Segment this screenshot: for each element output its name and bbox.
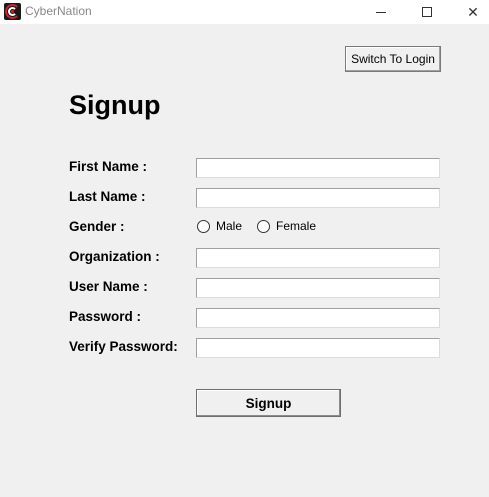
verify-password-label: Verify Password: bbox=[69, 339, 178, 354]
gender-male-radio[interactable]: Male bbox=[197, 219, 242, 233]
signup-button[interactable]: Signup bbox=[196, 389, 341, 417]
radio-circle-icon bbox=[257, 219, 270, 233]
first-name-field[interactable] bbox=[196, 158, 440, 178]
password-label: Password : bbox=[69, 309, 142, 324]
last-name-label: Last Name : bbox=[69, 189, 146, 204]
organization-field[interactable] bbox=[196, 248, 440, 268]
minimize-button[interactable] bbox=[358, 0, 404, 24]
verify-password-field[interactable] bbox=[196, 338, 440, 358]
last-name-field[interactable] bbox=[196, 188, 440, 208]
gender-label: Gender : bbox=[69, 219, 125, 234]
maximize-button[interactable] bbox=[404, 0, 450, 24]
username-label: User Name : bbox=[69, 279, 148, 294]
app-window: CyberNation ✕ Switch To Login Signup Fir… bbox=[0, 0, 489, 497]
close-button[interactable]: ✕ bbox=[450, 0, 489, 24]
switch-to-login-button[interactable]: Switch To Login bbox=[345, 46, 441, 72]
maximize-icon bbox=[422, 7, 432, 17]
app-logo-icon bbox=[4, 3, 21, 20]
gender-female-radio[interactable]: Female bbox=[257, 219, 316, 233]
organization-label: Organization : bbox=[69, 249, 160, 264]
username-field[interactable] bbox=[196, 278, 440, 298]
first-name-label: First Name : bbox=[69, 159, 148, 174]
minimize-icon bbox=[376, 11, 386, 13]
window-title: CyberNation bbox=[25, 4, 92, 18]
password-field[interactable] bbox=[196, 308, 440, 328]
radio-circle-icon bbox=[197, 219, 210, 233]
gender-female-label: Female bbox=[276, 219, 317, 233]
gender-male-label: Male bbox=[216, 219, 243, 233]
page-title: Signup bbox=[69, 90, 161, 120]
close-icon: ✕ bbox=[467, 3, 479, 20]
title-bar[interactable]: CyberNation ✕ bbox=[0, 0, 489, 24]
